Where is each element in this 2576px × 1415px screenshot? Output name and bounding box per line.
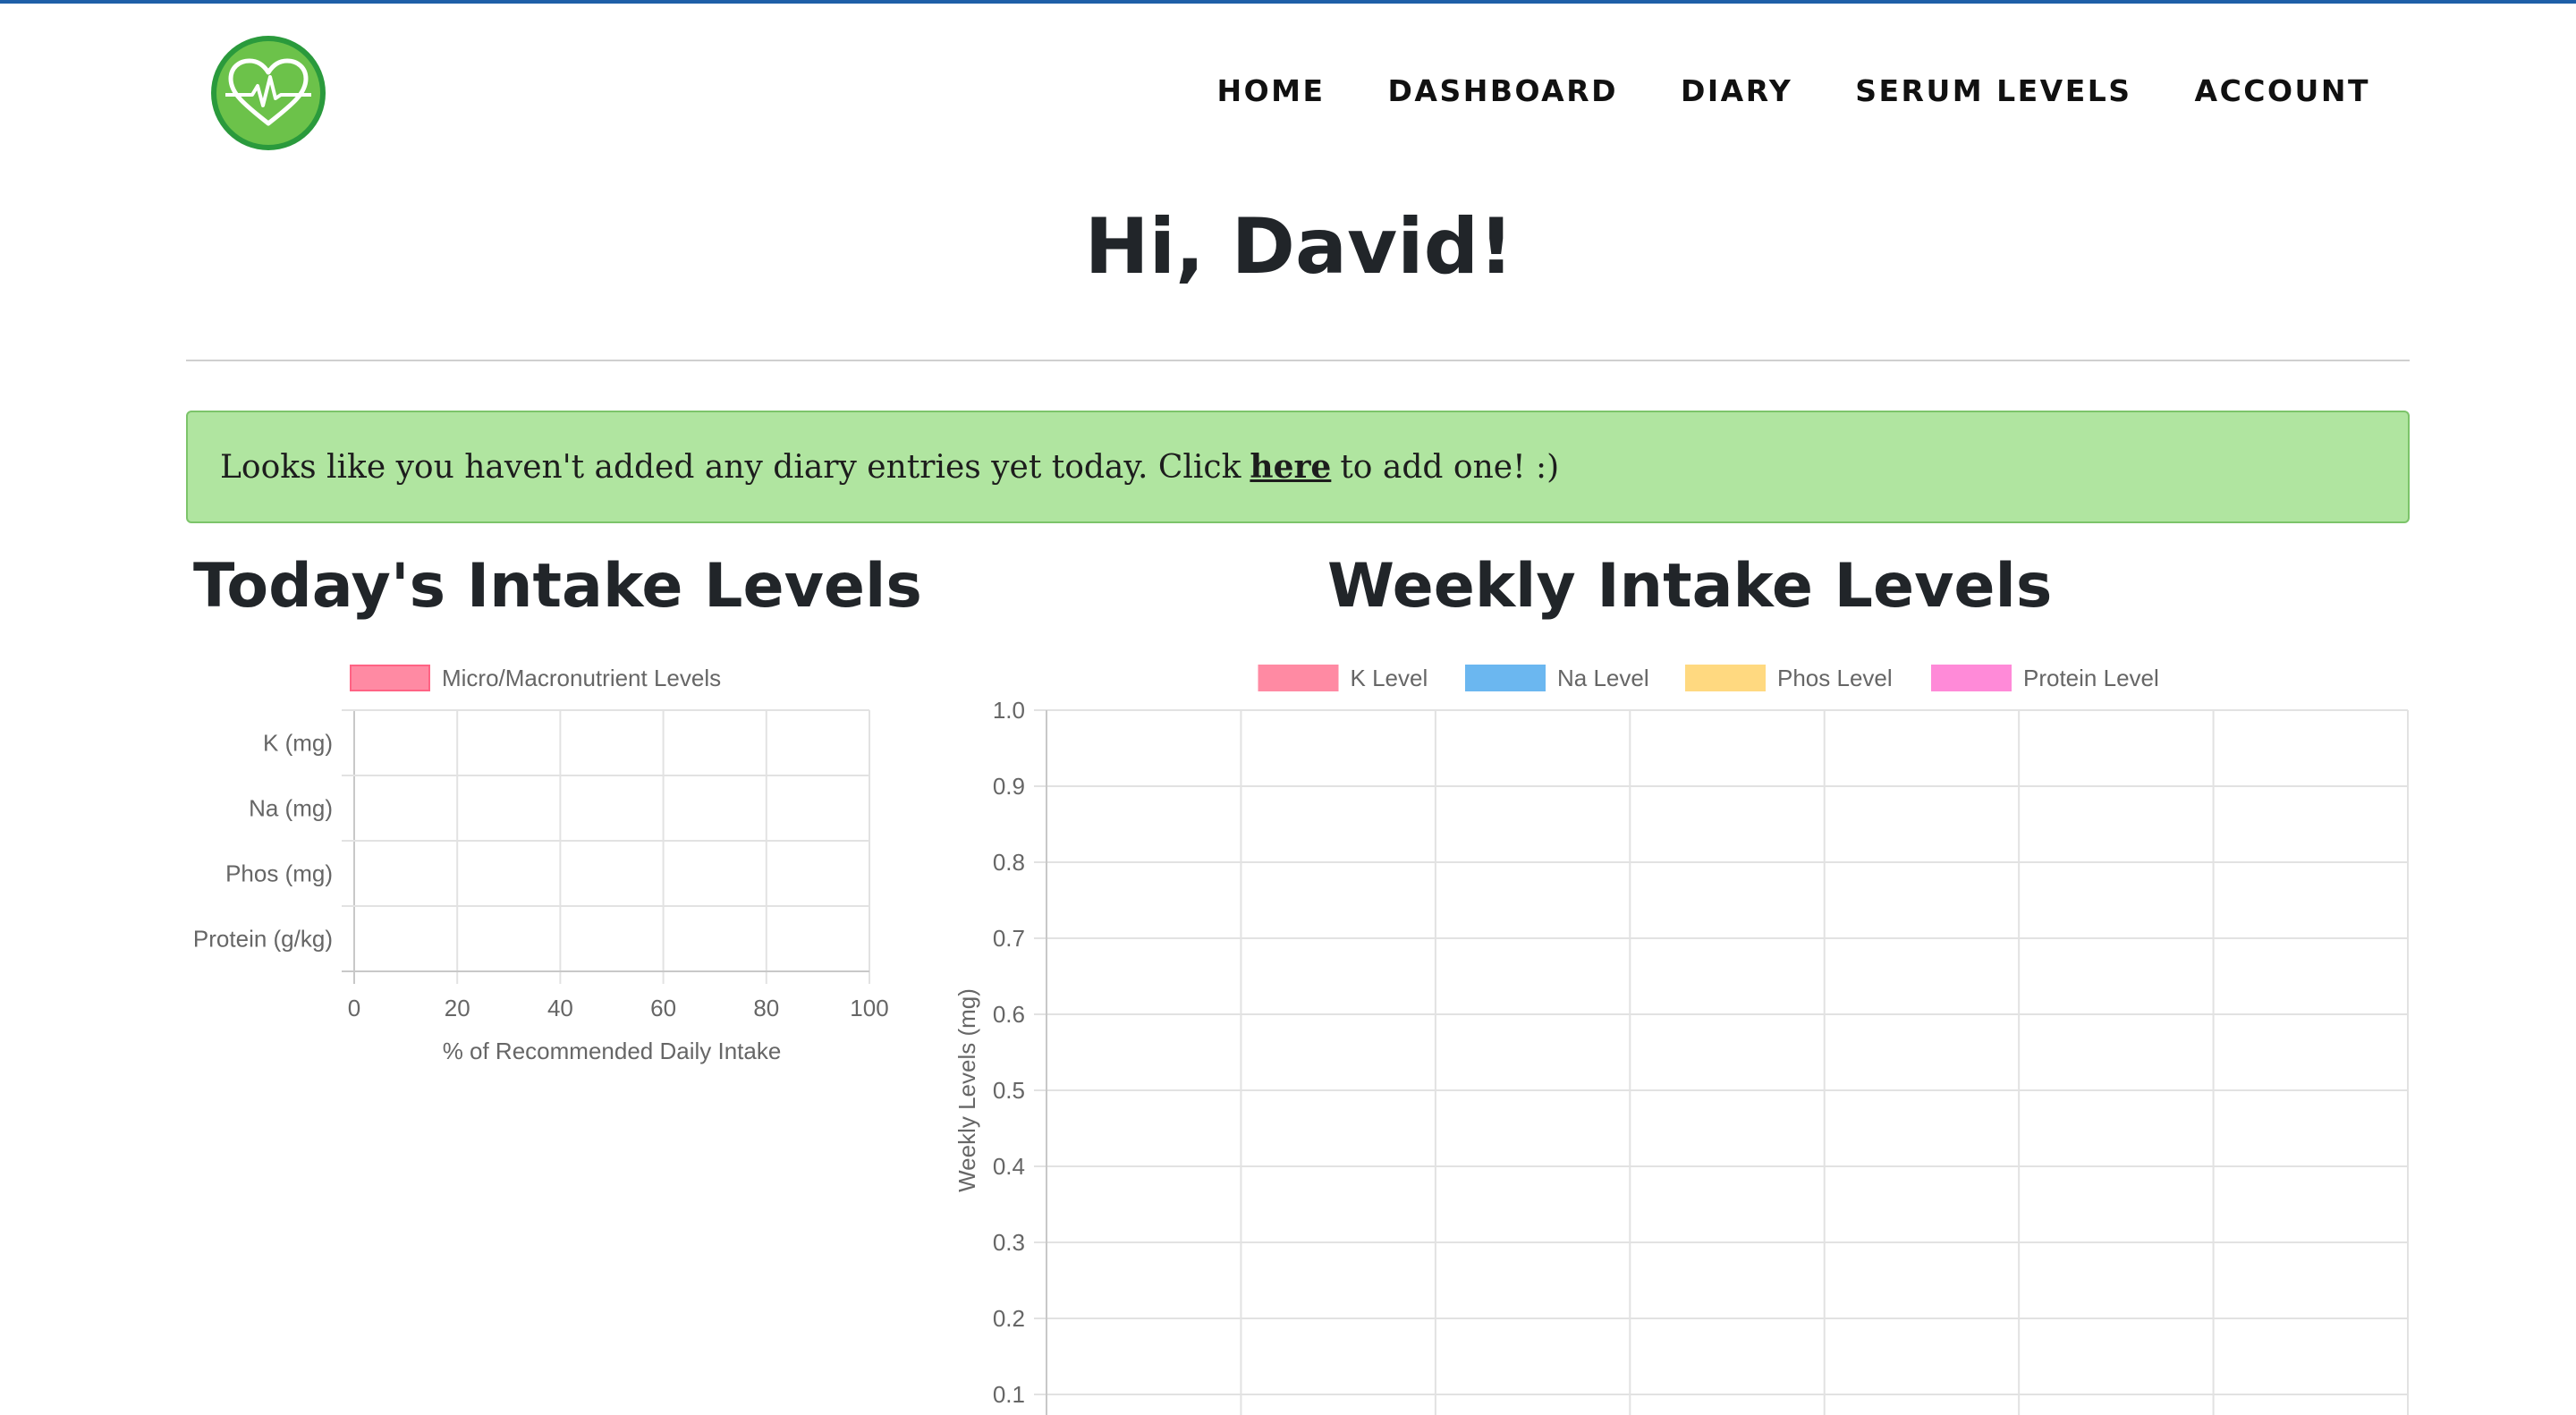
logo[interactable] bbox=[211, 36, 326, 150]
y-tick-label: 0.7 bbox=[993, 925, 1025, 952]
weekly-intake-title: Weekly Intake Levels bbox=[1327, 551, 2053, 622]
y-tick-label: 0.8 bbox=[993, 849, 1025, 876]
x-tick-label: 100 bbox=[850, 995, 888, 1021]
page-title: Hi, David! bbox=[1084, 202, 1514, 292]
divider bbox=[186, 360, 2410, 361]
x-tick-label: 60 bbox=[650, 995, 676, 1021]
y-tick-label: 1.0 bbox=[993, 697, 1025, 724]
x-tick-label: 40 bbox=[547, 995, 573, 1021]
weekly-intake-chart: K Level Na Level Phos Level Protein Level 1.… bbox=[953, 665, 2409, 1415]
y-tick-label: K (mg) bbox=[263, 730, 333, 757]
nav-home[interactable]: HOME bbox=[1216, 73, 1325, 108]
legend-swatch bbox=[350, 665, 430, 691]
alert-add-entry-link[interactable]: here bbox=[1250, 448, 1331, 486]
y-tick-label: Phos (mg) bbox=[225, 860, 333, 887]
y-tick-label: 0.5 bbox=[993, 1077, 1025, 1104]
y-tick-label: 0.4 bbox=[993, 1153, 1025, 1180]
y-tick-label: 0.9 bbox=[993, 773, 1025, 800]
alert-text-before: Looks like you haven't added any diary e… bbox=[220, 448, 1241, 486]
diary-alert: Looks like you haven't added any diary e… bbox=[186, 411, 2410, 523]
legend-swatch bbox=[1465, 665, 1546, 691]
today-intake-chart: Micro/Macronutrient Levels 0 20 40 60 80 100 K … bbox=[193, 665, 889, 1064]
nav-serum-levels[interactable]: SERUM LEVELS bbox=[1855, 73, 2131, 108]
nav-dashboard[interactable]: DASHBOARD bbox=[1388, 73, 1618, 108]
heart-pulse-icon bbox=[225, 58, 311, 126]
today-intake-title: Today's Intake Levels bbox=[193, 551, 922, 622]
nav-diary[interactable]: DIARY bbox=[1681, 73, 1792, 108]
x-tick-label: 0 bbox=[348, 995, 360, 1021]
legend-label: Na Level bbox=[1557, 665, 1649, 691]
legend-label: Phos Level bbox=[1777, 665, 1893, 691]
main-nav: HOME DASHBOARD DIARY SERUM LEVELS ACCOUN… bbox=[1154, 73, 2370, 108]
legend-label: Protein Level bbox=[2023, 665, 2159, 691]
legend-label: K Level bbox=[1351, 665, 1428, 691]
y-tick-label: 0.1 bbox=[993, 1381, 1025, 1408]
y-tick-label: 0.6 bbox=[993, 1001, 1025, 1028]
nav-account[interactable]: ACCOUNT bbox=[2195, 73, 2370, 108]
y-axis-label: Weekly Levels (mg) bbox=[953, 988, 980, 1192]
legend-swatch bbox=[1685, 665, 1766, 691]
legend-label: Micro/Macronutrient Levels bbox=[442, 665, 721, 691]
page: HOME DASHBOARD DIARY SERUM LEVELS ACCOUN… bbox=[0, 0, 2576, 1415]
logo-background bbox=[216, 41, 320, 145]
x-tick-label: 20 bbox=[445, 995, 470, 1021]
y-tick-label: Protein (g/kg) bbox=[193, 926, 333, 953]
x-tick-label: 80 bbox=[753, 995, 779, 1021]
y-tick-label: 0.3 bbox=[993, 1229, 1025, 1256]
legend-swatch bbox=[1931, 665, 2012, 691]
y-tick-label: Na (mg) bbox=[249, 795, 333, 822]
y-tick-label: 0.2 bbox=[993, 1305, 1025, 1332]
x-axis-label: % of Recommended Daily Intake bbox=[443, 1038, 782, 1064]
alert-text-after: to add one! :) bbox=[1340, 448, 1560, 486]
legend-swatch bbox=[1258, 665, 1339, 691]
